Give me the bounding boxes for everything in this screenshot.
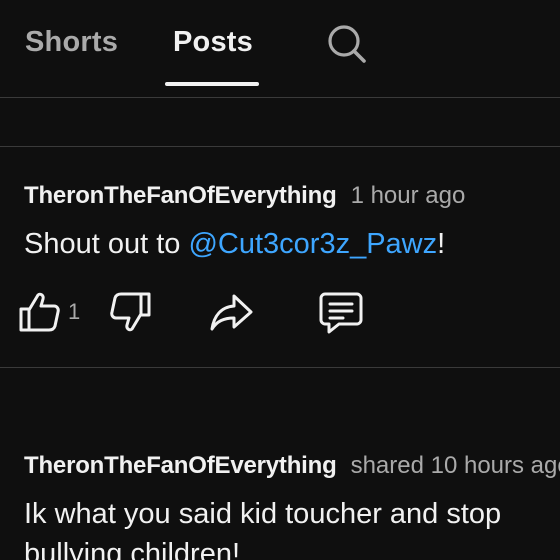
post-author[interactable]: TheronTheFanOfEverything xyxy=(24,452,337,479)
posts-page: Shorts Posts TheronTheFanOfEverything 1 h… xyxy=(0,0,560,560)
mention-link[interactable]: @Cut3cor3z_Pawz xyxy=(188,228,437,260)
tab-posts[interactable]: Posts xyxy=(173,24,253,60)
post-actions: 1 xyxy=(0,288,560,338)
thumbs-down-icon xyxy=(110,292,151,332)
dislike-button[interactable] xyxy=(106,288,154,336)
post-author[interactable]: TheronTheFanOfEverything xyxy=(24,182,337,209)
like-button[interactable] xyxy=(16,288,64,336)
divider xyxy=(0,97,560,98)
share-icon xyxy=(210,294,253,331)
share-button[interactable] xyxy=(207,288,255,336)
post-text-suffix: ! xyxy=(437,228,446,260)
comment-icon xyxy=(319,292,363,334)
like-count: 1 xyxy=(68,299,81,324)
post-text-prefix: Shout out to xyxy=(24,228,189,260)
post-timestamp: 1 hour ago xyxy=(350,182,466,209)
active-tab-indicator xyxy=(165,82,259,86)
thumbs-up-icon xyxy=(19,292,60,332)
post-header: TheronTheFanOfEverything 1 hour ago xyxy=(24,178,465,214)
comment-button[interactable] xyxy=(317,288,365,336)
search-button[interactable] xyxy=(322,20,370,68)
channel-tabs: Shorts Posts xyxy=(0,0,560,88)
post-text: Shout out to @Cut3cor3z_Pawz! xyxy=(24,224,445,264)
divider xyxy=(0,367,560,368)
post-header: TheronTheFanOfEverything shared 10 hours … xyxy=(24,448,560,484)
post-text-line: bullying children! xyxy=(24,538,241,560)
divider xyxy=(0,146,560,147)
post-text-line: Ik what you said kid toucher and stop xyxy=(24,498,502,530)
search-icon xyxy=(328,25,366,63)
post-text: Ik what you said kid toucher and stop bu… xyxy=(24,494,501,560)
post-timestamp: shared 10 hours ago xyxy=(350,452,560,479)
tab-shorts[interactable]: Shorts xyxy=(25,24,118,60)
